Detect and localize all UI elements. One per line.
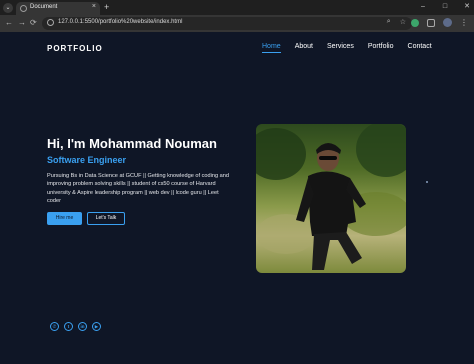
- whatsapp-icon[interactable]: ✆: [50, 322, 59, 331]
- browser-toolbar: ← → ⟳ 127.0.0.1:5500/portfolio%20website…: [0, 15, 474, 32]
- window-controls: – □ ✕: [418, 1, 472, 13]
- close-window-button[interactable]: ✕: [462, 1, 472, 13]
- extensions-puzzle-icon[interactable]: [427, 18, 435, 27]
- nav-services[interactable]: Services: [327, 43, 354, 53]
- nav-about[interactable]: About: [295, 43, 313, 53]
- hero-description: Pursuing Bs in Data Science at GCUF || G…: [47, 173, 230, 205]
- globe-icon: [20, 5, 27, 12]
- new-tab-button[interactable]: +: [104, 2, 109, 13]
- hero-title: Hi, I'm Mohammad Nouman: [47, 136, 217, 151]
- reload-button[interactable]: ⟳: [30, 18, 37, 28]
- forward-button[interactable]: →: [18, 18, 26, 28]
- main-nav: Home About Services Portfolio Contact: [262, 43, 432, 53]
- twitter-icon[interactable]: t: [64, 322, 73, 331]
- tab-title: Document: [30, 4, 58, 10]
- decorative-dot: [426, 181, 428, 183]
- profile-photo: [256, 124, 406, 273]
- extension-icon[interactable]: [411, 18, 419, 27]
- maximize-button[interactable]: □: [440, 1, 450, 13]
- hero-role: Software Engineer: [47, 155, 127, 165]
- social-links: ✆ t in ▶: [50, 322, 101, 331]
- nav-contact[interactable]: Contact: [408, 43, 432, 53]
- close-tab-icon[interactable]: ×: [92, 3, 96, 10]
- address-bar[interactable]: 127.0.0.1:5500/portfolio%20website/index…: [42, 17, 412, 30]
- linkedin-icon[interactable]: in: [78, 322, 87, 331]
- url-text[interactable]: 127.0.0.1:5500/portfolio%20website/index…: [58, 19, 182, 25]
- nav-portfolio[interactable]: Portfolio: [368, 43, 394, 53]
- hire-me-button[interactable]: Hire me: [47, 212, 82, 225]
- bookmark-star-icon[interactable]: ☆: [400, 18, 406, 26]
- tab-search-icon[interactable]: ⌄: [3, 3, 13, 13]
- youtube-icon[interactable]: ▶: [92, 322, 101, 331]
- browser-tab-strip: ⌄ Document × + – □ ✕: [0, 0, 474, 15]
- lets-talk-button[interactable]: Let's Talk: [87, 212, 125, 225]
- browser-menu-icon[interactable]: ⋮: [460, 18, 468, 27]
- back-button[interactable]: ←: [5, 18, 13, 28]
- site-logo[interactable]: PORTFOLIO: [47, 44, 103, 53]
- nav-home[interactable]: Home: [262, 43, 281, 53]
- profile-avatar[interactable]: [443, 18, 452, 27]
- browser-tab[interactable]: Document ×: [16, 2, 100, 15]
- zoom-icon[interactable]: ⌕: [387, 18, 391, 26]
- minimize-button[interactable]: –: [418, 1, 428, 13]
- site-info-icon[interactable]: [47, 19, 54, 26]
